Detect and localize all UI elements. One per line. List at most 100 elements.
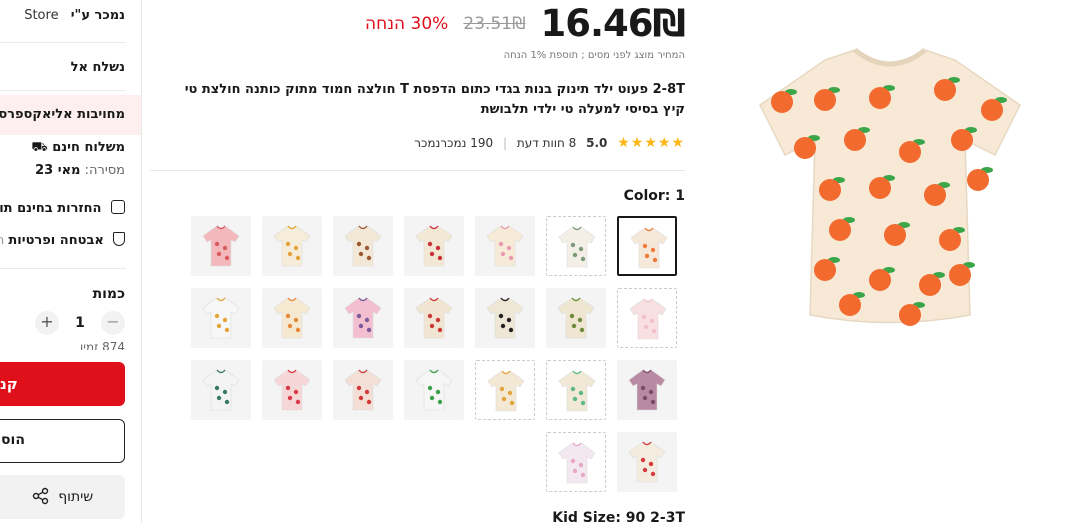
tshirt-thumbnail	[415, 297, 453, 339]
orange-print	[884, 224, 906, 246]
tshirt-thumbnail	[202, 369, 240, 411]
orange-print	[949, 264, 971, 286]
swatch-green-sleeve[interactable]	[546, 360, 606, 420]
divider	[0, 90, 126, 91]
swatch-rainbow[interactable]	[404, 360, 464, 420]
quantity-value[interactable]: 1	[65, 311, 95, 335]
share-button[interactable]: שיתוף	[0, 475, 125, 519]
orange-print	[814, 259, 836, 281]
color-swatch-grid	[177, 216, 677, 506]
tshirt-thumbnail	[628, 441, 666, 483]
orange-print	[951, 129, 973, 151]
free-shipping-label: משלוח חינם	[52, 140, 125, 155]
swatch-strawberry[interactable]	[262, 360, 322, 420]
swatch-red-sleeve[interactable]	[617, 432, 677, 492]
swatch-red-trim[interactable]	[404, 288, 464, 348]
tshirt-thumbnail	[273, 369, 311, 411]
quantity-stepper: + 1 −	[35, 311, 125, 335]
swatch-pink-print[interactable]	[333, 288, 393, 348]
tshirt-thumbnail	[202, 297, 240, 339]
tshirt-thumbnail	[630, 227, 668, 269]
swatch-white-print[interactable]	[191, 288, 251, 348]
sold-count: 190 נמכרנמכר	[414, 136, 494, 150]
tshirt-thumbnail	[344, 225, 382, 267]
swatch-black-trim[interactable]	[475, 288, 535, 348]
price-row: 16.46₪ 23.51₪ 30% הנחה	[365, 2, 686, 46]
orange-print	[869, 87, 891, 109]
shield-icon	[113, 232, 125, 246]
swatch-pink-blank[interactable]	[617, 288, 677, 348]
orange-print	[939, 229, 961, 251]
returns-icon	[111, 200, 125, 214]
swatch-cream-pattern[interactable]	[546, 216, 606, 276]
tshirt-thumbnail	[415, 225, 453, 267]
orange-print	[981, 99, 1003, 121]
swatch-cream-hearts[interactable]	[404, 216, 464, 276]
divider	[150, 170, 685, 171]
store-link[interactable]: Store	[24, 8, 58, 23]
swatch-white-animals[interactable]	[191, 360, 251, 420]
tax-note: המחיר מוצג לפני מסים ; תוספת 1% הנחה	[503, 50, 685, 61]
swatch-hearts-red[interactable]	[333, 360, 393, 420]
delivery-label: מסירה:	[84, 163, 125, 178]
orange-print	[869, 177, 891, 199]
quantity-minus-button[interactable]: −	[101, 311, 125, 335]
free-returns[interactable]: החזרות בחינם תוך	[0, 200, 125, 216]
rating-stars: ★★★★★	[617, 135, 685, 151]
product-info: 16.46₪ 23.51₪ 30% הנחה המחיר מוצג לפני מ…	[150, 0, 686, 523]
tshirt-thumbnail	[344, 297, 382, 339]
tshirt-thumbnail	[558, 442, 596, 484]
swatch-beige-print[interactable]	[546, 288, 606, 348]
rating-score: 5.0	[586, 136, 608, 150]
orange-print	[967, 169, 989, 191]
delivery-row: מסירה: מאי 23	[35, 163, 125, 178]
orange-print	[814, 89, 836, 111]
orange-print	[919, 274, 941, 296]
share-icon	[32, 487, 48, 505]
add-to-cart-button[interactable]: הוס	[0, 419, 125, 463]
stock-count: 874 זמין	[80, 340, 125, 350]
tshirt-thumbnail	[486, 225, 524, 267]
orange-print	[794, 137, 816, 159]
swatch-cream-pink-letters[interactable]	[475, 216, 535, 276]
security-trail: תש	[0, 233, 4, 248]
review-count-link[interactable]: 8 חוות דעת	[517, 136, 576, 150]
tshirt-thumbnail	[558, 370, 596, 412]
color-label: Color: 1	[623, 188, 685, 204]
swatch-pink-trim[interactable]	[191, 216, 251, 276]
tshirt-thumbnail	[486, 297, 524, 339]
orange-print	[924, 184, 946, 206]
free-shipping: משלוח חינם ⛟	[27, 140, 125, 157]
swatch-orange-print[interactable]	[617, 216, 677, 276]
divider	[0, 268, 126, 269]
swatch-cream-duck[interactable]	[475, 360, 535, 420]
orange-print	[934, 79, 956, 101]
orange-print	[899, 141, 921, 163]
tshirt-thumbnail	[629, 298, 667, 340]
aliexpress-commitment: מחויבות אליאקספרס	[0, 95, 141, 135]
sold-by-label: נמכר ע"י	[70, 8, 125, 23]
quantity-plus-button[interactable]: +	[35, 311, 59, 335]
swatch-pink-sleeve[interactable]	[546, 432, 606, 492]
product-main-image[interactable]	[730, 30, 1050, 350]
swatch-cream-giraffe[interactable]	[262, 216, 322, 276]
swatch-orange-trim[interactable]	[262, 288, 322, 348]
swatch-cream-bear[interactable]	[333, 216, 393, 276]
tshirt-thumbnail	[558, 226, 596, 268]
buy-now-label: קנ	[0, 375, 18, 393]
swatch-purple[interactable]	[617, 360, 677, 420]
orange-print	[844, 129, 866, 151]
sold-by-row: נמכר ע"י Store	[24, 8, 125, 23]
orange-print	[819, 179, 841, 201]
purchase-sidebar: נמכר ע"י Store נשלח אל מחויבות אליאקספרס…	[0, 0, 142, 523]
truck-icon: ⛟	[31, 140, 48, 155]
ship-to[interactable]: נשלח אל	[71, 60, 125, 75]
quantity-label: כמות	[92, 286, 125, 302]
tshirt-thumbnail	[344, 369, 382, 411]
product-title: 2-8T פעוט ילד תינוק בנות בגדי כתום הדפסת…	[184, 82, 685, 117]
rating-row: ★★★★★ 5.0 8 חוות דעת | 190 נמכרנמכר	[414, 135, 685, 151]
orange-print	[829, 219, 851, 241]
security-privacy[interactable]: אבטחה ופרטיות תש	[0, 232, 125, 248]
separator: |	[502, 136, 507, 150]
buy-now-button[interactable]: קנ	[0, 362, 125, 406]
